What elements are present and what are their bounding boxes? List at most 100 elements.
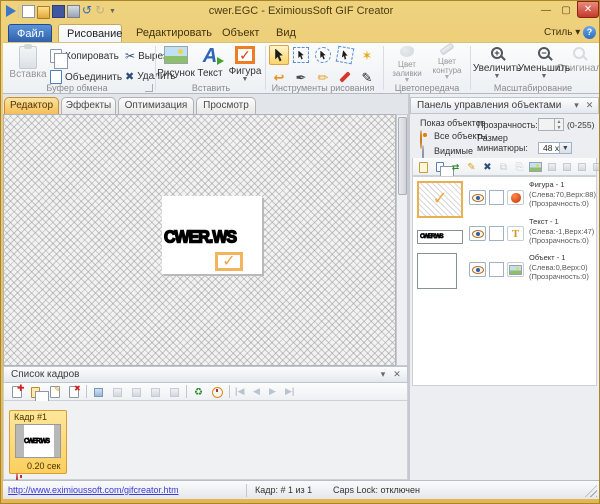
- object-color-swatch[interactable]: [489, 262, 504, 277]
- frame-label: Кадр #1: [10, 411, 66, 422]
- radio-visible-objects-label[interactable]: Видимые: [434, 146, 473, 156]
- frame-card-selected[interactable]: Кадр #1 CWER.WS 0.20 сек: [9, 410, 67, 474]
- tool-rect-select[interactable]: [291, 45, 311, 65]
- last-frame-icon: ▶|: [285, 386, 294, 397]
- tab-editor[interactable]: Редактор: [4, 97, 59, 114]
- flip-object-icon: ⧉: [496, 160, 511, 174]
- canvas-vscrollbar[interactable]: [396, 114, 408, 366]
- visibility-eye-icon[interactable]: [469, 226, 486, 241]
- first-frame-icon: |◀: [235, 386, 244, 397]
- prev-frame-icon: ◀: [253, 386, 260, 397]
- add-frame-icon[interactable]: ✚: [9, 385, 24, 399]
- minimize-button[interactable]: —: [537, 3, 555, 18]
- opacity-hint: (0-255): [567, 120, 594, 130]
- dropdown-arrow: ▼: [444, 75, 451, 81]
- object-info[interactable]: Объект - 1 (Слева:0,Верх:0) (Прозрачност…: [529, 253, 589, 282]
- tab-effects[interactable]: Эффекты: [61, 97, 116, 114]
- dialog-launcher-icon[interactable]: [145, 84, 153, 92]
- frames-panel-header: Список кадров ▾ ✕: [3, 366, 408, 383]
- object-thumbnail[interactable]: [417, 253, 457, 289]
- panel-menu-icon[interactable]: ▾: [377, 368, 389, 381]
- style-menu[interactable]: Стиль ▾: [544, 27, 580, 38]
- tool-lasso-select[interactable]: [313, 45, 333, 65]
- group-label-colors: Цветопередача: [386, 83, 468, 93]
- object-thumbnail[interactable]: ✓: [417, 181, 463, 218]
- visibility-eye-icon[interactable]: [469, 262, 486, 277]
- copy-object-icon[interactable]: [432, 160, 447, 174]
- help-icon[interactable]: ?: [583, 26, 596, 39]
- zoom-in-icon: +: [491, 47, 503, 59]
- website-link[interactable]: http://www.eximioussoft.com/gifcreator.h…: [8, 485, 179, 495]
- duplicate-frame-icon[interactable]: [28, 385, 43, 399]
- edit-frame-icon[interactable]: ✎: [47, 385, 62, 399]
- panel-close-icon[interactable]: ✕: [584, 99, 595, 112]
- delete-object-icon[interactable]: ✖: [480, 160, 495, 174]
- object-panel-title: Панель управления объектами: [411, 100, 561, 111]
- paste-object-icon: ⎘: [512, 160, 527, 174]
- delete-frame-icon[interactable]: ✖: [66, 385, 81, 399]
- paste-button: Вставка: [8, 46, 48, 80]
- editor-canvas[interactable]: CWER.WS ✓: [3, 114, 396, 366]
- magic-wand-icon: ✶: [362, 49, 373, 62]
- maximize-button[interactable]: ▢: [557, 3, 575, 18]
- frames-panel-title: Список кадров: [4, 369, 79, 380]
- tab-object[interactable]: Объект: [214, 24, 267, 42]
- merge-button[interactable]: Объединить: [50, 70, 122, 84]
- canvas-shape-object[interactable]: ✓: [215, 252, 243, 271]
- panel-menu-icon[interactable]: ▾: [571, 99, 582, 112]
- shape-check-icon: ✓: [419, 183, 461, 213]
- panel-close-icon[interactable]: ✕: [391, 368, 403, 381]
- tab-file[interactable]: Файл: [8, 24, 52, 44]
- canvas-text-object[interactable]: CWER.WS: [164, 228, 236, 248]
- zoom-original-button: Оригинал: [559, 47, 599, 74]
- object-info[interactable]: Фигура - 1 (Слева:70,Верх:88) (Прозрачно…: [529, 180, 596, 209]
- merge-icon: [50, 70, 62, 84]
- spinner-arrows-icon[interactable]: ▲▼: [554, 119, 563, 130]
- import-image-icon[interactable]: [528, 160, 543, 174]
- app-window: ↺ ↻ ▼ cwer.EGC - EximiousSoft GIF Creato…: [0, 0, 600, 504]
- insert-shape-button[interactable]: ✓ Фигура ▼: [227, 46, 263, 83]
- pencil-icon: ✏: [318, 71, 329, 84]
- tab-view[interactable]: Вид: [268, 24, 304, 42]
- new-object-icon[interactable]: [416, 160, 431, 174]
- visibility-eye-icon[interactable]: [469, 190, 486, 205]
- outline-color-button: Цвет контура ▼: [428, 46, 466, 81]
- thumb-size-combo[interactable]: 48 x 48 ▼: [538, 142, 572, 154]
- tab-edit[interactable]: Редактировать: [128, 24, 220, 42]
- send-backward-icon: [559, 160, 574, 174]
- refresh-frames-icon[interactable]: ♻: [191, 385, 206, 399]
- frame-timer-icon[interactable]: [210, 385, 225, 399]
- tool-magic-wand[interactable]: ✶: [357, 45, 377, 65]
- insert-image-button[interactable]: Рисунок: [159, 46, 193, 79]
- tab-drawing[interactable]: Рисование: [58, 24, 122, 43]
- text-type-icon: T: [507, 226, 524, 241]
- zoom-in-button[interactable]: + Увеличить ▼: [475, 47, 519, 80]
- frame-image[interactable]: CWER.WS ✓: [162, 196, 262, 274]
- edit-object-icon[interactable]: ✎: [464, 160, 479, 174]
- object-color-swatch[interactable]: [489, 190, 504, 205]
- marker-icon: [339, 71, 350, 82]
- divider: [246, 484, 247, 497]
- close-button[interactable]: ✕: [577, 1, 599, 18]
- cursor-icon: [274, 49, 284, 62]
- replace-object-icon[interactable]: ⇄: [448, 160, 463, 174]
- tool-polygon-select[interactable]: [335, 45, 355, 65]
- frames-toolbar: ✚ ✎ ✖ ♻ |◀ ◀ ▶ ▶|: [3, 383, 408, 401]
- image-icon: [164, 46, 188, 64]
- tool-select[interactable]: [269, 45, 289, 65]
- dropdown-arrow: ▼: [541, 74, 548, 80]
- scrollbar-thumb[interactable]: [398, 117, 407, 195]
- tab-optimization[interactable]: Оптимизация: [118, 97, 194, 114]
- opacity-spinner[interactable]: ▲▼: [538, 118, 564, 131]
- combo-arrow-icon[interactable]: ▼: [559, 143, 571, 153]
- thumb-size-label: Размер миниатюры:: [477, 133, 532, 153]
- bring-forward-icon: [544, 160, 559, 174]
- opacity-label: Прозрачность:: [477, 120, 538, 130]
- object-color-swatch[interactable]: [489, 226, 504, 241]
- object-thumbnail[interactable]: CWER.WS: [417, 230, 463, 244]
- insert-text-button[interactable]: A Текст: [195, 46, 225, 79]
- object-info[interactable]: Текст - 1 (Слева:-1,Верх:47) (Прозрачнос…: [529, 217, 594, 246]
- copy-button[interactable]: Копировать: [50, 49, 119, 63]
- tab-preview[interactable]: Просмотр: [196, 97, 256, 114]
- resize-grip-icon[interactable]: [585, 485, 597, 497]
